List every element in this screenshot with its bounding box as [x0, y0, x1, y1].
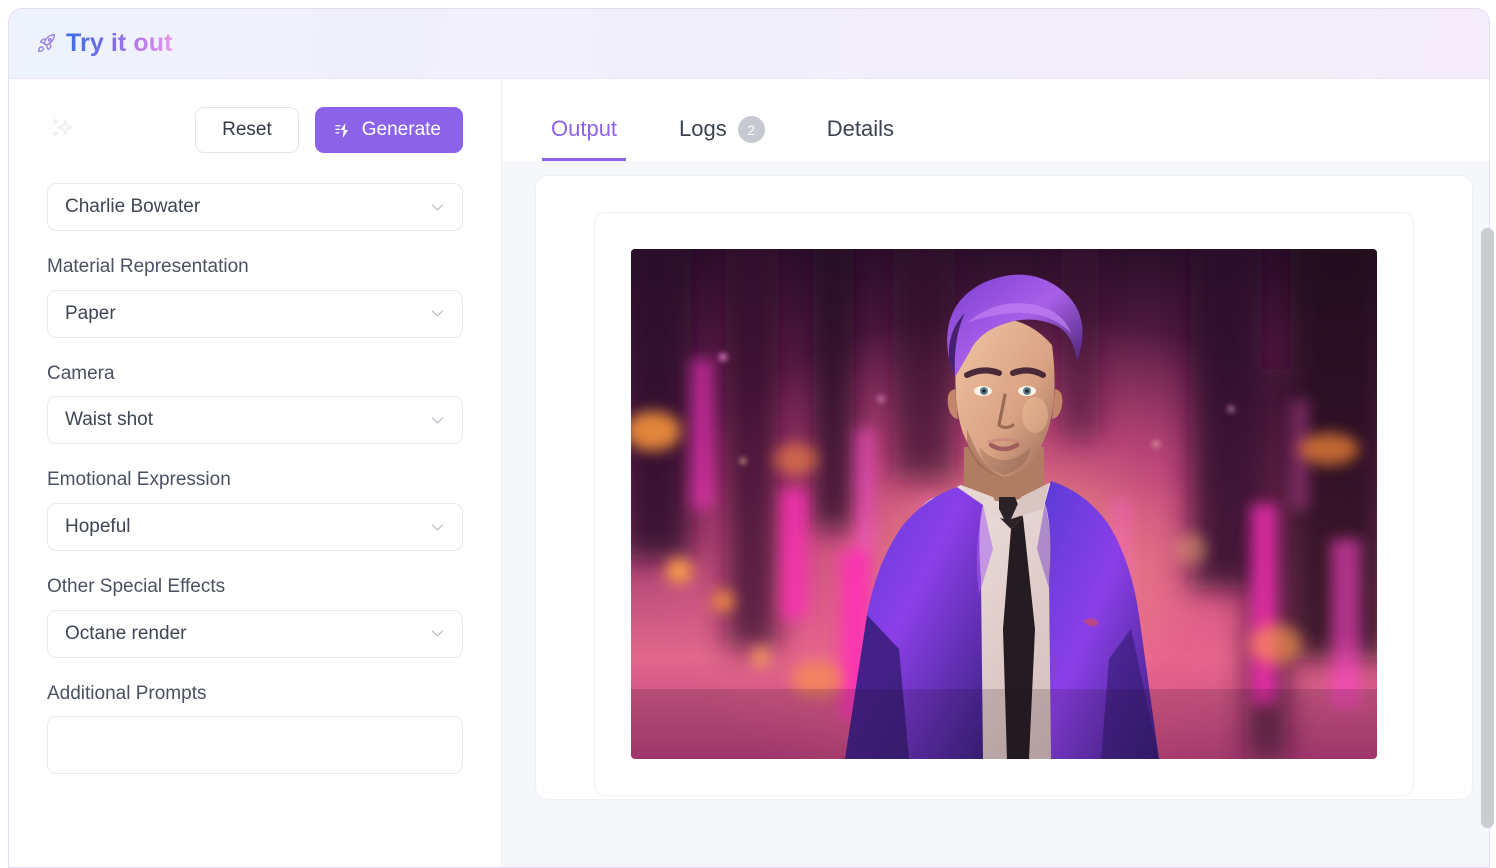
panel-body: Reset Generate Charlie Bowater Material … [9, 79, 1489, 867]
chevron-down-icon [431, 203, 444, 211]
generated-image[interactable] [631, 249, 1377, 759]
page-scrollbar-thumb[interactable] [1481, 228, 1494, 828]
field-other-special-effects: Other Special Effects Octane render [47, 575, 463, 658]
output-card [535, 175, 1473, 800]
chevron-down-icon [431, 523, 444, 531]
camera-select-value: Waist shot [65, 409, 153, 431]
tab-output-label: Output [551, 116, 618, 142]
artist-select[interactable]: Charlie Bowater [47, 183, 463, 231]
panel-header: Try it out [9, 9, 1489, 79]
additional-prompts-input[interactable] [47, 716, 463, 775]
camera-select[interactable]: Waist shot [47, 396, 463, 445]
page-scrollbar[interactable] [1481, 228, 1494, 838]
material-representation-select[interactable]: Paper [47, 289, 463, 338]
field-label-additional-prompts: Additional Prompts [47, 682, 207, 704]
other-special-effects-select[interactable]: Octane render [47, 609, 463, 658]
output-tab-content [502, 161, 1489, 867]
results-tabbar: Output Logs 2 Details [502, 79, 1489, 161]
results-panel: Output Logs 2 Details [502, 79, 1489, 867]
material-representation-value: Paper [65, 302, 116, 324]
field-camera: Camera Waist shot [47, 362, 463, 445]
page-title: Try it out [66, 29, 173, 57]
field-label-material-representation: Material Representation [47, 256, 249, 277]
lightning-bolt-icon [335, 122, 348, 138]
field-label-camera: Camera [47, 362, 115, 384]
tab-logs-label: Logs [679, 116, 727, 142]
tab-logs-badge: 2 [737, 116, 765, 144]
rocket-icon [37, 33, 55, 52]
chevron-down-icon [431, 630, 444, 637]
other-special-effects-value: Octane render [65, 622, 187, 644]
emotional-expression-value: Hopeful [65, 516, 131, 538]
generate-button-label: Generate [361, 118, 441, 140]
action-buttons: Reset Generate [195, 106, 463, 154]
generate-button[interactable]: Generate [314, 106, 463, 154]
field-additional-prompts: Additional Prompts [47, 682, 463, 775]
tab-output[interactable]: Output [542, 115, 627, 161]
tab-details-label: Details [826, 116, 895, 142]
field-material-representation: Material Representation Paper [47, 255, 463, 338]
sparkles-icon [52, 118, 74, 137]
field-label-other-special-effects: Other Special Effects [47, 576, 226, 598]
chevron-down-icon [431, 310, 444, 317]
try-it-out-panel: Try it out Reset Generate Charlie Bowate… [8, 8, 1490, 868]
artist-select-value: Charlie Bowater [65, 196, 201, 217]
reset-button[interactable]: Reset [195, 106, 299, 154]
emotional-expression-select[interactable]: Hopeful [47, 503, 463, 552]
action-bar: Reset Generate [47, 79, 463, 175]
field-artist: Charlie Bowater [47, 183, 463, 231]
chevron-down-icon [431, 417, 444, 424]
field-label-emotional-expression: Emotional Expression [47, 469, 231, 491]
tab-logs[interactable]: Logs 2 [670, 115, 774, 161]
tab-details[interactable]: Details [818, 115, 903, 161]
field-emotional-expression: Emotional Expression Hopeful [47, 468, 463, 552]
parameters-form: Charlie Bowater Material Representation … [47, 183, 463, 775]
parameters-sidebar: Reset Generate Charlie Bowater Material … [9, 79, 502, 867]
image-card [594, 212, 1414, 796]
